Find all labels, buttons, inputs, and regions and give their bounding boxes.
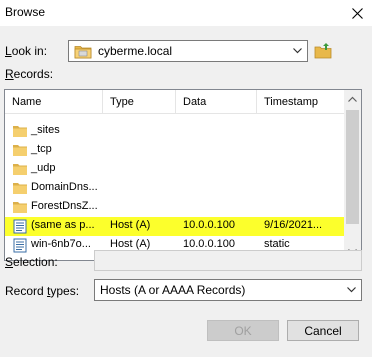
list-item[interactable]: _sites [5, 122, 344, 141]
list-item[interactable]: ForestDnsZ... [5, 198, 344, 217]
dialog-body: Look in: cyberme.local Records: Name Typ… [0, 26, 372, 357]
chevron-up-icon [348, 96, 357, 102]
list-item[interactable]: _tcp [5, 141, 344, 160]
folder-icon [13, 183, 27, 194]
selection-field[interactable] [94, 250, 362, 271]
list-item[interactable]: _udp [5, 160, 344, 179]
scroll-thumb[interactable] [346, 110, 359, 224]
folder-icon [74, 46, 92, 59]
records-list[interactable]: Name Type Data Timestamp _sites _tcp _ud… [4, 89, 362, 261]
list-header: Name Type Data Timestamp [5, 90, 344, 114]
window-title: Browse [5, 5, 46, 19]
column-header-type[interactable]: Type [103, 90, 176, 114]
scroll-up-button[interactable] [344, 90, 361, 107]
column-header-data[interactable]: Data [176, 90, 257, 114]
title-bar: Browse [0, 0, 372, 26]
ok-button[interactable]: OK [207, 320, 279, 341]
chevron-down-icon [343, 280, 359, 300]
folder-icon [13, 164, 27, 175]
chevron-down-icon [289, 41, 305, 61]
close-icon [351, 7, 363, 19]
record-types-label: Record types: [5, 284, 80, 298]
list-item[interactable]: DomainDns... [5, 179, 344, 198]
look-in-dropdown[interactable]: cyberme.local [68, 40, 308, 62]
record-types-value: Hosts (A or AAAA Records) [100, 283, 246, 297]
list-item[interactable]: (same as p... Host (A) 10.0.0.100 9/16/2… [5, 217, 344, 236]
folder-icon [13, 202, 27, 213]
column-header-timestamp[interactable]: Timestamp [257, 90, 344, 114]
vertical-scrollbar[interactable] [344, 90, 361, 260]
record-icon [13, 219, 27, 234]
up-one-level-button[interactable] [312, 41, 334, 61]
cancel-button[interactable]: Cancel [287, 320, 359, 341]
close-button[interactable] [342, 0, 372, 26]
folder-icon [13, 145, 27, 156]
record-icon [13, 238, 27, 253]
records-label: Records: [5, 67, 54, 81]
record-types-dropdown[interactable]: Hosts (A or AAAA Records) [94, 279, 362, 301]
look-in-label: Look in: [5, 44, 48, 58]
look-in-value: cyberme.local [98, 44, 173, 58]
column-header-name[interactable]: Name [5, 90, 103, 114]
selection-label: Selection: [5, 255, 58, 269]
folder-icon [13, 126, 27, 137]
folder-up-icon [314, 43, 332, 59]
